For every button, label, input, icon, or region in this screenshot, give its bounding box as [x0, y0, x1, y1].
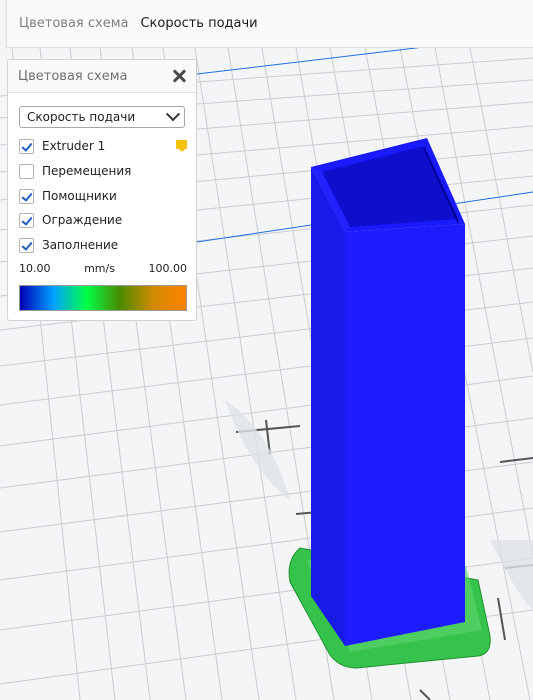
legend-min: 10.00 [19, 262, 51, 275]
panel-header: Цветовая схема [8, 60, 196, 93]
close-icon[interactable] [172, 69, 186, 83]
legend-unit: mm/s [84, 262, 115, 275]
panel-title: Цветовая схема [18, 68, 128, 84]
option-helpers[interactable]: Помощники [19, 187, 189, 205]
travels-checkbox[interactable] [19, 163, 34, 179]
color-scheme-panel: Цветовая схема Скорость подачи Extruder … [7, 59, 197, 321]
helpers-checkbox[interactable] [19, 188, 34, 204]
chevron-down-icon [165, 107, 181, 122]
shell-checkbox[interactable] [19, 212, 34, 228]
model-front-face [345, 224, 465, 646]
model-left-face [311, 167, 345, 646]
printed-model [288, 138, 491, 669]
color-scheme-select[interactable]: Скорость подачи [19, 106, 185, 128]
option-travels[interactable]: Перемещения [19, 162, 189, 180]
option-infill[interactable]: Заполнение [19, 236, 189, 254]
top-status-bar: Цветовая схема Скорость подачи [6, 0, 533, 48]
infill-checkbox[interactable] [19, 237, 34, 253]
infill-label: Заполнение [42, 238, 119, 252]
extruder-1-checkbox[interactable] [19, 138, 34, 154]
shell-label: Ограждение [42, 213, 123, 227]
color-scheme-label: Цветовая схема [19, 16, 129, 31]
speed-gradient-bar [19, 285, 187, 311]
option-extruder-1[interactable]: Extruder 1 [19, 137, 189, 155]
color-scheme-value[interactable]: Скорость подачи [140, 16, 257, 31]
legend-max: 100.00 [148, 262, 188, 275]
extruder-color-swatch-icon [176, 140, 187, 152]
speed-legend-scale: 10.00 mm/s 100.00 [19, 262, 187, 275]
helpers-label: Помощники [42, 189, 117, 203]
travels-label: Перемещения [42, 164, 132, 178]
color-scheme-select-value: Скорость подачи [27, 110, 136, 124]
extruder-1-label: Extruder 1 [42, 139, 106, 153]
option-shell[interactable]: Ограждение [19, 211, 189, 229]
